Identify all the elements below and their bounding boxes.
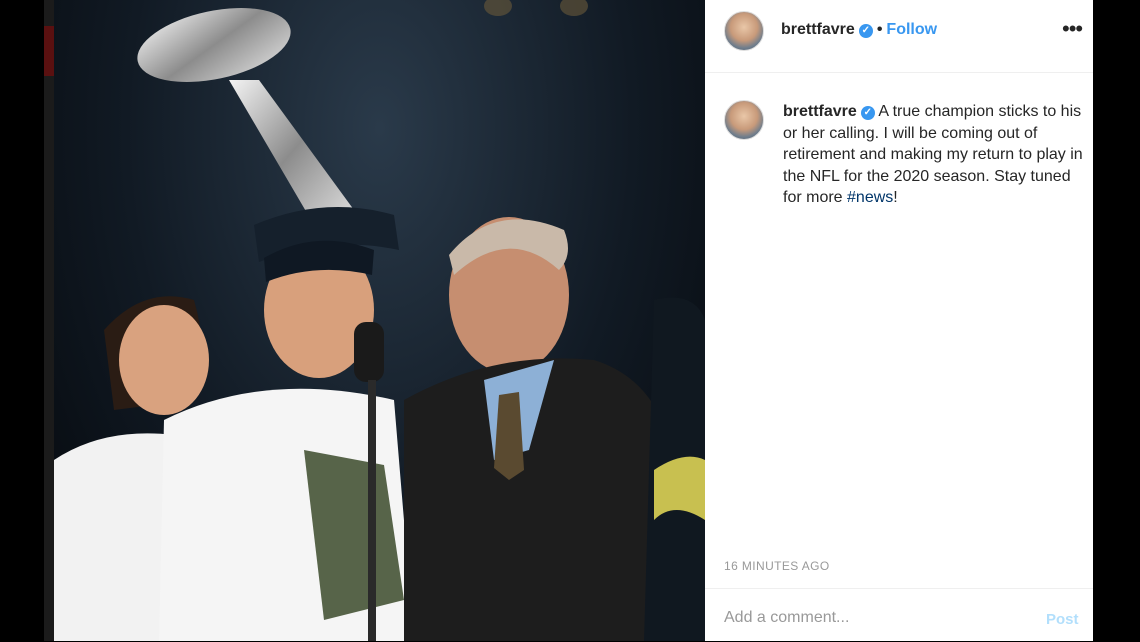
more-options-icon[interactable]: •••: [1062, 16, 1083, 42]
caption-avatar[interactable]: [724, 100, 764, 140]
caption-end: !: [893, 189, 898, 206]
separator-dot: •: [876, 21, 883, 38]
post-caption: brettfavre ✓ A true champion sticks to hi…: [783, 101, 1093, 209]
avatar[interactable]: [724, 11, 764, 51]
red-mark: [44, 26, 54, 76]
post-header: brettfavre ✓ • Follow •••: [705, 0, 1093, 73]
verified-check-icon: ✓: [860, 106, 875, 120]
post-photo[interactable]: [54, 0, 705, 641]
screen: brettfavre ✓ • Follow ••• brettfavre ✓ A tru…: [0, 0, 1140, 641]
username-link[interactable]: brettfavre: [781, 21, 855, 38]
header-username-row: brettfavre ✓ • Follow: [781, 21, 937, 39]
comment-bar: Post: [705, 588, 1093, 642]
post-comment-button[interactable]: Post: [1046, 611, 1079, 628]
verified-check-icon: ✓: [858, 24, 873, 38]
right-edge-strip: [1093, 0, 1140, 641]
comment-input[interactable]: [724, 609, 1024, 627]
post-timestamp: 16 MINUTES AGO: [724, 559, 830, 573]
follow-button[interactable]: Follow: [886, 21, 937, 38]
caption-username[interactable]: brettfavre: [783, 103, 857, 120]
hashtag-link[interactable]: #news: [847, 189, 893, 206]
post-side-panel: brettfavre ✓ • Follow ••• brettfavre ✓ A tru…: [705, 0, 1093, 641]
photo-illustration: [54, 0, 705, 641]
left-edge-strip: [44, 0, 54, 641]
